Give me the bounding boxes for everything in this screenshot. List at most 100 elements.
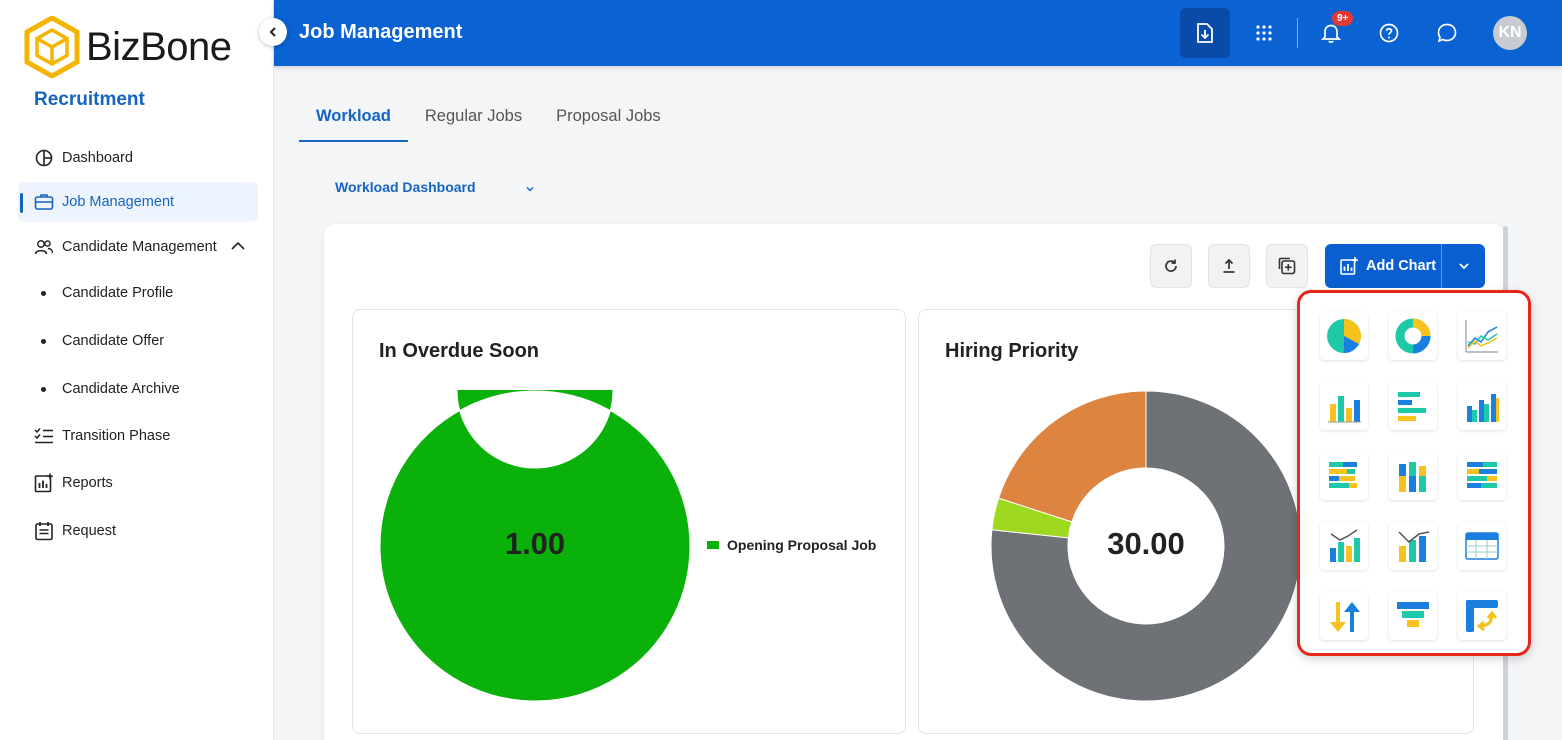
header-divider xyxy=(1297,18,1298,48)
chevron-left-icon xyxy=(269,27,276,37)
sidebar: BizBone Recruitment Dashboard Job Manage… xyxy=(0,0,274,740)
notification-badge: 9+ xyxy=(1332,11,1354,26)
add-chart-button[interactable]: Add Chart xyxy=(1325,244,1441,288)
stacked-column-option-button[interactable] xyxy=(1389,452,1437,500)
sidebar-item-label: Request xyxy=(62,523,117,539)
sidebar-item-candidate-profile[interactable]: Candidate Profile xyxy=(18,269,258,317)
donut-slice[interactable] xyxy=(997,390,1147,523)
kpi-arrows-option-button[interactable] xyxy=(1320,592,1368,640)
upload-button[interactable] xyxy=(1208,244,1250,288)
sidebar-item-reports[interactable]: Reports xyxy=(18,463,258,503)
stacked-line-combo-option-button[interactable] xyxy=(1389,522,1437,570)
add-chart-label: Add Chart xyxy=(1366,258,1437,274)
notifications-button[interactable]: 9+ xyxy=(1306,8,1356,58)
briefcase-icon xyxy=(34,192,54,212)
refresh-icon xyxy=(1165,259,1177,272)
sidebar-item-candidate-offer[interactable]: Candidate Offer xyxy=(18,317,258,365)
column-line-combo-option-button[interactable] xyxy=(1320,522,1368,570)
column-chart-option-icon xyxy=(1328,396,1361,423)
sidebar-item-candidate-archive[interactable]: Candidate Archive xyxy=(18,365,258,413)
sidebar-item-label: Job Management xyxy=(62,194,175,210)
top-header: Job Management 9+ KN xyxy=(274,0,1562,66)
pie-chart-option-button[interactable] xyxy=(1320,312,1368,360)
upload-icon xyxy=(1223,258,1235,273)
percent-bar-option-icon xyxy=(1467,462,1497,488)
stacked-line-combo-option-icon xyxy=(1398,531,1430,562)
apps-grid-button[interactable] xyxy=(1239,8,1289,58)
dashboard-select-value: Workload Dashboard xyxy=(335,179,476,195)
sidebar-item-dashboard[interactable]: Dashboard xyxy=(18,138,258,178)
sidebar-item-label: Candidate Archive xyxy=(62,381,180,397)
table-option-icon xyxy=(1465,532,1499,560)
chart-type-popup xyxy=(1297,290,1531,656)
chart-card-in-overdue-soon: In Overdue Soon 1.00 Opening Proposal Jo… xyxy=(352,309,906,734)
sidebar-item-label: Transition Phase xyxy=(62,428,171,444)
refresh-button[interactable] xyxy=(1150,244,1192,288)
chart-center-value: 30.00 xyxy=(1107,526,1185,561)
sidebar-item-transition-phase[interactable]: Transition Phase xyxy=(18,416,258,456)
donut-chart-option-icon xyxy=(1395,318,1431,354)
stacked-bar-option-icon xyxy=(1329,462,1357,488)
line-chart-option-icon xyxy=(1465,320,1498,353)
brand-logo[interactable]: BizBone xyxy=(24,16,232,78)
sidebar-item-label: Candidate Profile xyxy=(62,285,174,301)
sidebar-item-candidate-management[interactable]: Candidate Management xyxy=(18,227,258,267)
chevron-up-icon[interactable] xyxy=(230,238,246,258)
user-avatar[interactable]: KN xyxy=(1493,16,1527,50)
tab-workload[interactable]: Workload xyxy=(299,100,408,142)
chart-legend-item[interactable]: Opening Proposal Job xyxy=(707,537,876,553)
add-chart-button-group: Add Chart xyxy=(1325,244,1485,288)
duplicate-button[interactable] xyxy=(1266,244,1308,288)
pie-chart-icon xyxy=(34,148,54,168)
cube-logo-icon xyxy=(24,16,80,78)
legend-label: Opening Proposal Job xyxy=(727,537,877,553)
chart-title: In Overdue Soon xyxy=(379,340,540,362)
chart-title: Hiring Priority xyxy=(945,340,1079,362)
sidebar-item-label: Dashboard xyxy=(62,150,133,166)
stacked-bar-option-button[interactable] xyxy=(1320,452,1368,500)
sidebar-nav: Dashboard Job Management Candidate Manag… xyxy=(18,138,258,551)
pivot-option-icon xyxy=(1466,600,1498,632)
help-circle-icon xyxy=(1379,23,1399,43)
checklist-icon xyxy=(34,426,54,446)
pivot-option-button[interactable] xyxy=(1458,592,1506,640)
chat-button[interactable] xyxy=(1422,8,1472,58)
chat-bubble-icon xyxy=(1437,23,1457,43)
add-chart-icon xyxy=(1340,257,1358,275)
table-option-button[interactable] xyxy=(1458,522,1506,570)
clustered-column-option-button[interactable] xyxy=(1458,382,1506,430)
column-chart-option-button[interactable] xyxy=(1320,382,1368,430)
users-icon xyxy=(34,237,54,257)
tab-proposal-jobs[interactable]: Proposal Jobs xyxy=(539,100,678,142)
download-button[interactable] xyxy=(1180,8,1230,58)
chevron-down-icon xyxy=(1458,263,1469,270)
sidebar-item-label: Candidate Offer xyxy=(62,333,165,349)
module-title: Recruitment xyxy=(34,89,145,110)
column-line-combo-option-icon xyxy=(1330,529,1360,562)
funnel-option-button[interactable] xyxy=(1389,592,1437,640)
dashboard-select[interactable]: Workload Dashboard xyxy=(335,179,534,195)
brand-name: BizBone xyxy=(86,24,232,69)
legend-swatch xyxy=(707,541,719,549)
request-form-icon xyxy=(34,521,54,541)
stacked-column-option-icon xyxy=(1399,462,1426,492)
sidebar-item-job-management[interactable]: Job Management xyxy=(18,182,258,222)
sidebar-item-request[interactable]: Request xyxy=(18,511,258,551)
chart-center-value: 1.00 xyxy=(504,526,566,561)
page-title: Job Management xyxy=(299,21,463,43)
funnel-option-icon xyxy=(1397,602,1429,627)
bar-chart-option-icon xyxy=(1398,392,1426,421)
percent-bar-option-button[interactable] xyxy=(1458,452,1506,500)
donut-chart-option-button[interactable] xyxy=(1389,312,1437,360)
job-tabs: Workload Regular Jobs Proposal Jobs xyxy=(299,100,678,142)
line-chart-option-button[interactable] xyxy=(1458,312,1506,360)
chevron-down-icon xyxy=(525,181,535,197)
clustered-column-option-icon xyxy=(1467,394,1499,422)
add-chart-dropdown-toggle[interactable] xyxy=(1441,244,1485,288)
report-chart-icon xyxy=(34,473,54,493)
collapse-sidebar-button[interactable] xyxy=(259,18,287,46)
pie-chart-option-icon xyxy=(1327,319,1361,353)
tab-regular-jobs[interactable]: Regular Jobs xyxy=(408,100,539,142)
bar-chart-option-button[interactable] xyxy=(1389,382,1437,430)
help-button[interactable] xyxy=(1364,8,1414,58)
